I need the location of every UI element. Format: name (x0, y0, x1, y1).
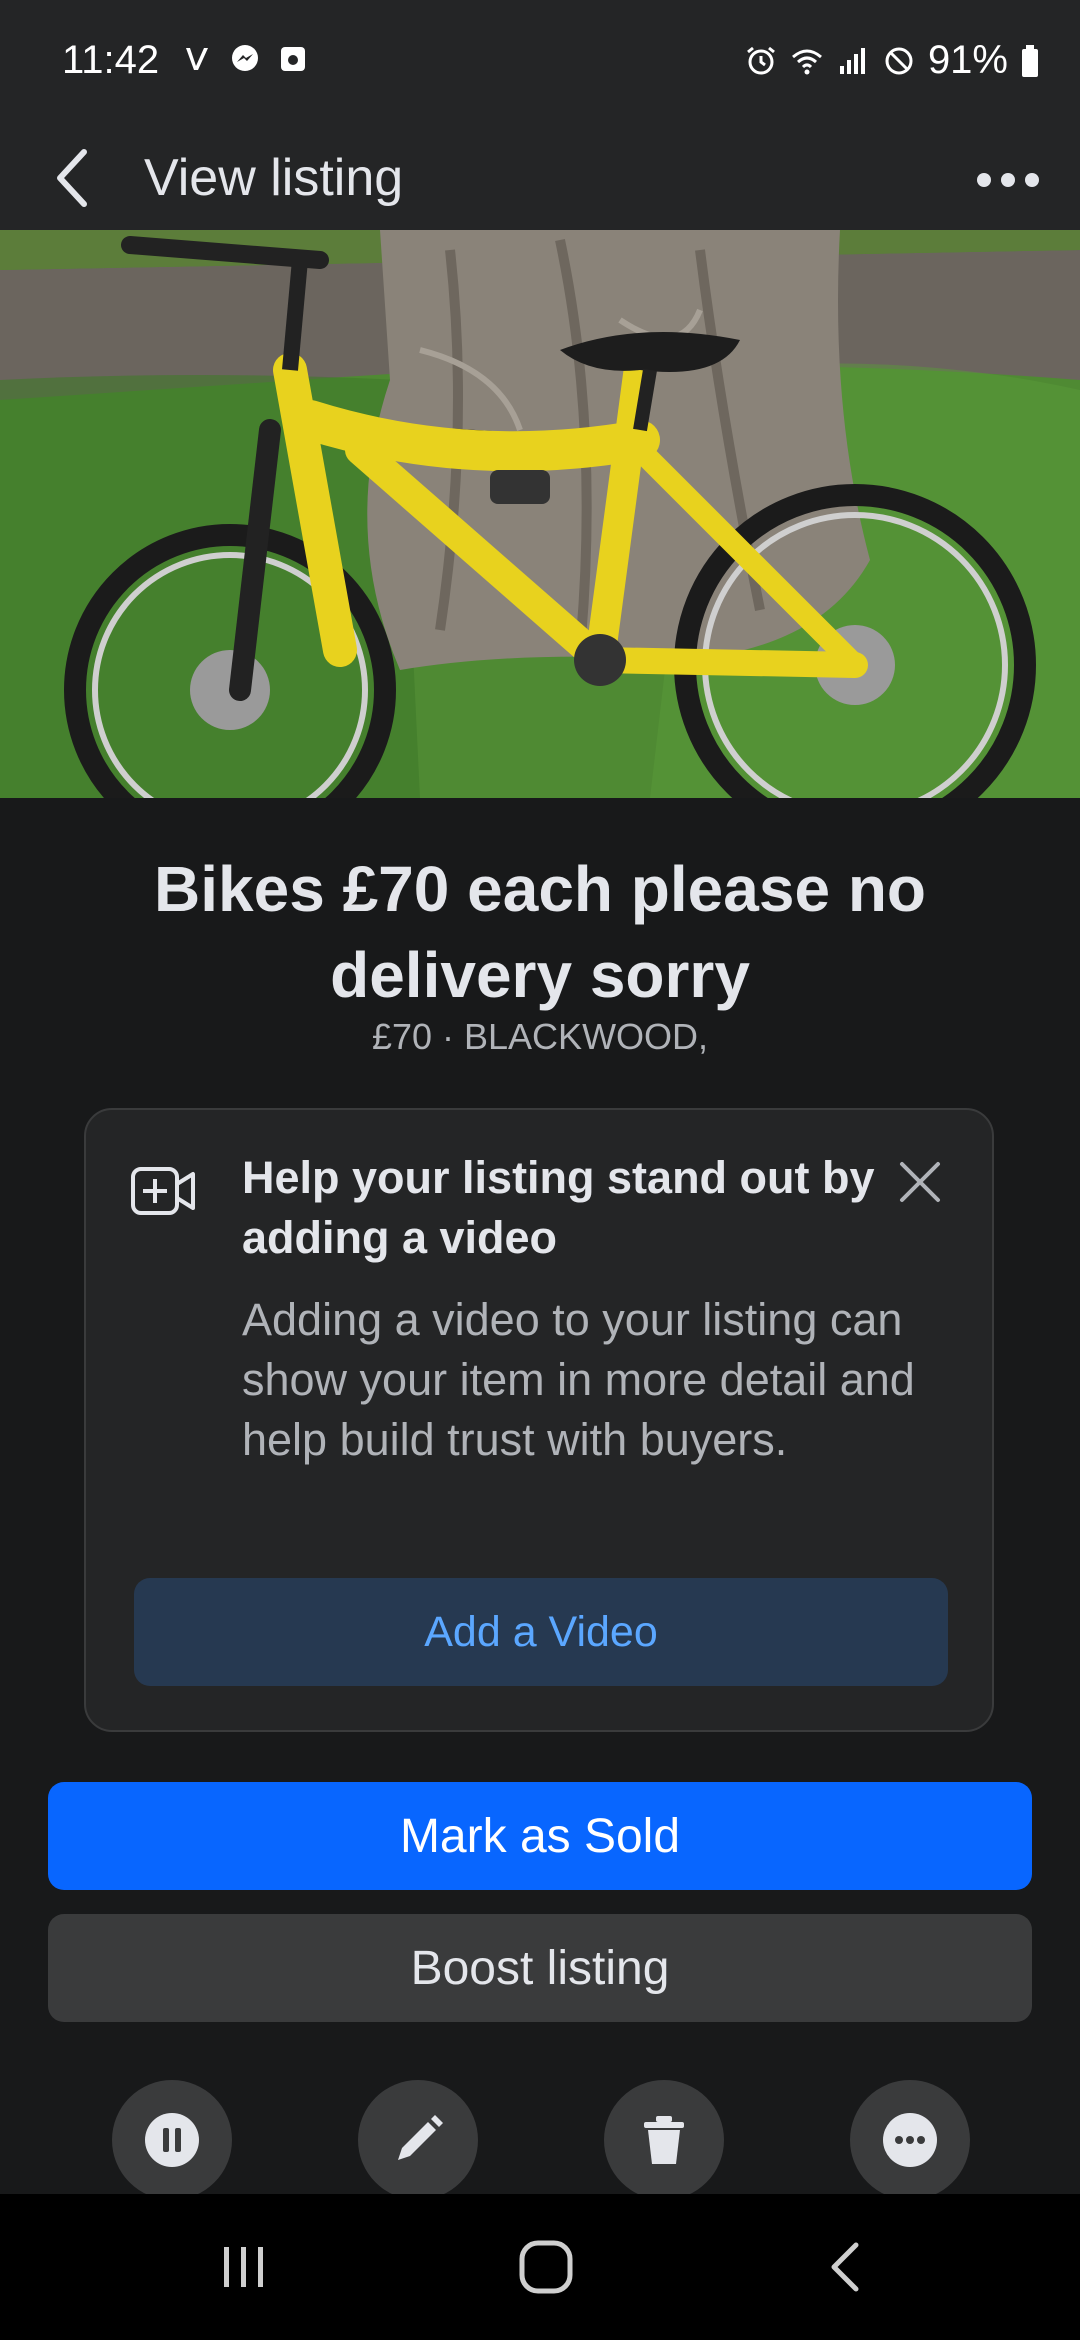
page-title: View listing (144, 149, 404, 207)
home-button[interactable] (496, 2222, 596, 2312)
notification-icons (180, 42, 310, 76)
delete-listing-button[interactable] (604, 2080, 724, 2200)
do-not-disturb-icon (885, 47, 913, 74)
close-icon[interactable] (892, 1154, 948, 1210)
tip-card-body: Adding a video to your listing can show … (242, 1294, 915, 1465)
system-icons: 91% (744, 38, 1040, 83)
back-arrow-icon[interactable] (40, 138, 120, 218)
boost-listing-button[interactable]: Boost listing (48, 1914, 1032, 2022)
listing-action-row (0, 2080, 1080, 2200)
more-actions-button[interactable] (850, 2080, 970, 2200)
add-video-button[interactable]: Add a Video (134, 1578, 948, 1686)
bike-photo (0, 230, 1080, 798)
listing-title: Bikes £70 each please no delivery sorry (154, 853, 926, 1011)
recent-apps-icon (224, 2247, 263, 2287)
status-time: 11:42 (62, 38, 160, 82)
app-bar: View listing (0, 124, 1080, 230)
messenger-icon (232, 45, 258, 71)
back-icon (831, 2242, 859, 2292)
boost-listing-label: Boost listing (410, 1941, 670, 1995)
mark-as-sold-label: Mark as Sold (399, 1809, 681, 1863)
edit-listing-button[interactable] (358, 2080, 478, 2200)
mark-as-sold-button[interactable]: Mark as Sold (48, 1782, 1032, 1890)
more-options-icon[interactable] (964, 138, 1052, 218)
more-icon (883, 2113, 937, 2167)
battery-icon (1022, 44, 1038, 77)
pause-icon (145, 2113, 199, 2167)
camera-notification-icon (281, 47, 305, 71)
tip-card-title: Help your listing stand out by adding a … (242, 1152, 875, 1263)
screen: 11:42 91% View listing Bikes £70 each pl… (0, 0, 1080, 2340)
listing-price-location: £70 · BLACKWOOD, (371, 1016, 709, 1057)
video-tip-card: Help your listing stand out by adding a … (84, 1108, 994, 1732)
vodafone-icon (186, 48, 208, 70)
system-nav-bar (0, 2194, 1080, 2340)
back-button[interactable] (798, 2222, 898, 2312)
edit-icon (398, 2115, 443, 2160)
alarm-icon (747, 46, 775, 74)
signal-icon (839, 47, 865, 74)
home-icon (519, 2240, 573, 2294)
battery-percent: 91% (927, 38, 1008, 82)
listing-photo[interactable] (0, 230, 1080, 798)
delete-icon (644, 2116, 684, 2164)
pause-listing-button[interactable] (112, 2080, 232, 2200)
add-video-button-label: Add a Video (424, 1607, 658, 1656)
status-bar: 11:42 91% (0, 0, 1080, 124)
listing-content: Bikes £70 each please no delivery sorry … (0, 798, 1080, 2200)
wifi-icon (791, 49, 822, 74)
add-video-icon (131, 1167, 195, 1215)
recent-apps-button[interactable] (194, 2222, 294, 2312)
